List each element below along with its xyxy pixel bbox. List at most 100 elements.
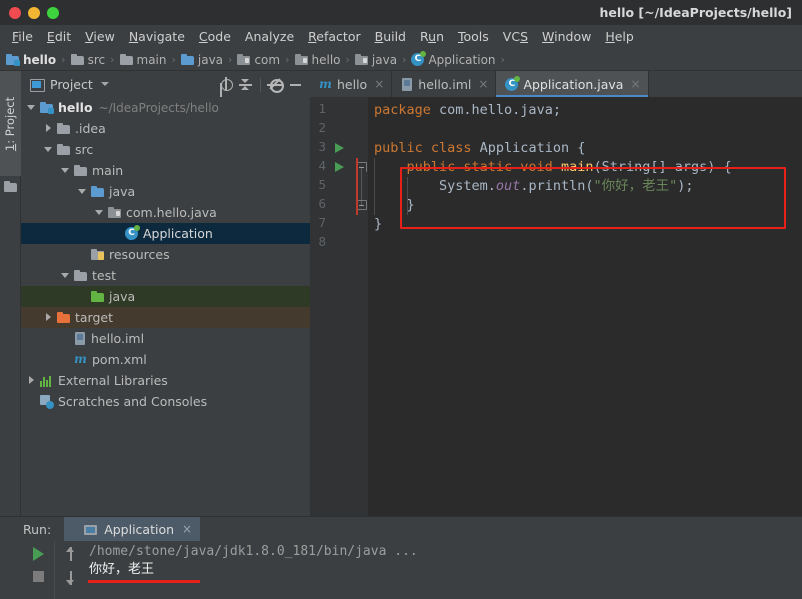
menu-item-refactor[interactable]: Refactor — [301, 25, 367, 49]
code-line-1[interactable]: package com.hello.java; — [374, 101, 561, 120]
console-output[interactable]: /home/stone/java/jdk1.8.0_181/bin/java .… — [87, 541, 802, 599]
code-line-5[interactable]: System.out.println("你好，老王"); — [374, 177, 694, 196]
window-controls — [0, 7, 59, 19]
tree-node-label: External Libraries — [58, 373, 168, 388]
chevron-down-icon[interactable] — [43, 144, 54, 155]
chevron-down-icon[interactable] — [26, 102, 37, 113]
run-gutter-icon[interactable] — [335, 143, 344, 153]
tree-node-pom-xml[interactable]: mpom.xml — [21, 349, 310, 370]
play-icon[interactable] — [33, 547, 44, 561]
tree-node-hello[interactable]: hello~/IdeaProjects/hello — [21, 97, 310, 118]
code-line-6[interactable]: } — [374, 196, 415, 215]
breadcrumb-item-java[interactable]: java — [355, 49, 397, 71]
breadcrumb-item-src[interactable]: src — [71, 49, 106, 71]
menu-item-help[interactable]: Help — [598, 25, 641, 49]
class-icon: C — [505, 78, 518, 91]
menu-item-window[interactable]: Window — [535, 25, 598, 49]
breadcrumb-item-application[interactable]: CApplication — [411, 49, 495, 71]
chevron-right-icon[interactable] — [43, 123, 54, 134]
tree-node-hello-iml[interactable]: hello.iml — [21, 328, 310, 349]
run-tab-application[interactable]: Application × — [64, 517, 200, 541]
menu-item-view[interactable]: View — [78, 25, 122, 49]
breadcrumb-item-java[interactable]: java — [181, 49, 223, 71]
code-token: System. — [374, 178, 496, 194]
tree-spacer — [60, 333, 71, 344]
tree-node-scratches-and-consoles[interactable]: Scratches and Consoles — [21, 391, 310, 412]
editor-tab-hello-iml[interactable]: hello.iml× — [392, 71, 496, 97]
tree-node-com-hello-java[interactable]: com.hello.java — [21, 202, 310, 223]
code-line-7[interactable]: } — [374, 215, 382, 234]
chevron-right-icon[interactable] — [43, 312, 54, 323]
editor-tab-label: hello — [337, 77, 367, 92]
line-number: 1 — [310, 101, 326, 116]
close-icon[interactable]: × — [374, 77, 384, 91]
code-content[interactable]: package com.hello.java; public class Appl… — [368, 97, 802, 516]
fold-open-icon[interactable] — [356, 162, 367, 172]
minimize-button[interactable] — [28, 7, 40, 19]
breadcrumb-item-hello[interactable]: hello — [6, 49, 56, 71]
code-token: package — [374, 102, 439, 118]
code-token: public static void — [374, 159, 561, 175]
chevron-down-icon[interactable] — [77, 186, 88, 197]
arrow-up-icon[interactable] — [65, 547, 76, 561]
code-token: ); — [677, 178, 693, 194]
menu-item-tools[interactable]: Tools — [451, 25, 496, 49]
stop-icon[interactable] — [33, 571, 44, 582]
scratches-icon — [40, 395, 53, 408]
package-icon — [108, 207, 121, 218]
menu-item-build[interactable]: Build — [368, 25, 413, 49]
close-icon[interactable]: × — [182, 522, 192, 536]
menu-item-analyze[interactable]: Analyze — [238, 25, 301, 49]
menu-item-edit[interactable]: Edit — [40, 25, 78, 49]
chevron-down-icon[interactable] — [60, 165, 71, 176]
tree-node-external-libraries[interactable]: External Libraries — [21, 370, 310, 391]
menu-item-code[interactable]: Code — [192, 25, 238, 49]
code-token: Application { — [480, 140, 586, 156]
hide-icon[interactable] — [286, 76, 304, 93]
code-line-3[interactable]: public class Application { — [374, 139, 585, 158]
tree-node-label: java — [109, 289, 135, 304]
module-folder-icon — [40, 102, 53, 113]
breadcrumb-item-hello[interactable]: hello — [295, 49, 341, 71]
tree-node-resources[interactable]: resources — [21, 244, 310, 265]
collapse-all-icon[interactable] — [237, 76, 255, 93]
menu-item-run[interactable]: Run — [413, 25, 451, 49]
fold-end-icon[interactable] — [356, 200, 367, 210]
run-gutter-icon[interactable] — [335, 162, 344, 172]
chevron-down-icon[interactable] — [94, 207, 105, 218]
close-icon[interactable]: × — [478, 77, 488, 91]
locate-icon[interactable] — [217, 76, 235, 93]
chevron-down-icon[interactable] — [60, 270, 71, 281]
menu-item-vcs[interactable]: VCS — [496, 25, 535, 49]
close-button[interactable] — [9, 7, 21, 19]
breadcrumb-item-com[interactable]: com — [237, 49, 280, 71]
tree-node-label: pom.xml — [92, 352, 147, 367]
tree-node--idea[interactable]: .idea — [21, 118, 310, 139]
gear-icon[interactable] — [266, 76, 284, 93]
tree-node-java[interactable]: java — [21, 286, 310, 307]
tree-node-main[interactable]: main — [21, 160, 310, 181]
tree-node-target[interactable]: target — [21, 307, 310, 328]
breadcrumb-item-main[interactable]: main — [120, 49, 167, 71]
tree-spacer — [77, 291, 88, 302]
close-icon[interactable]: × — [630, 77, 640, 91]
libraries-icon — [40, 375, 53, 387]
editor-tab-application-java[interactable]: CApplication.java× — [496, 71, 648, 97]
code-token: main — [561, 159, 594, 175]
tree-node-test[interactable]: test — [21, 265, 310, 286]
tree-node-java[interactable]: java — [21, 181, 310, 202]
code-editor[interactable]: 12345678 package com.hello.java; public c… — [310, 97, 802, 516]
arrow-down-icon[interactable] — [65, 571, 76, 585]
tree-node-src[interactable]: src — [21, 139, 310, 160]
chevron-down-icon[interactable] — [101, 82, 109, 86]
maximize-button[interactable] — [47, 7, 59, 19]
tree-node-application[interactable]: CApplication — [21, 223, 310, 244]
code-line-4[interactable]: public static void main(String[] args) { — [374, 158, 732, 177]
editor-tab-hello[interactable]: mhello× — [310, 71, 392, 97]
menu-item-navigate[interactable]: Navigate — [122, 25, 192, 49]
chevron-right-icon[interactable] — [26, 375, 37, 386]
menu-item-file[interactable]: File — [5, 25, 40, 49]
sidebar-tab-project[interactable]: 1: Project — [0, 71, 21, 176]
tree-node-label: java — [109, 184, 135, 199]
editor-gutter[interactable]: 12345678 — [310, 97, 368, 516]
